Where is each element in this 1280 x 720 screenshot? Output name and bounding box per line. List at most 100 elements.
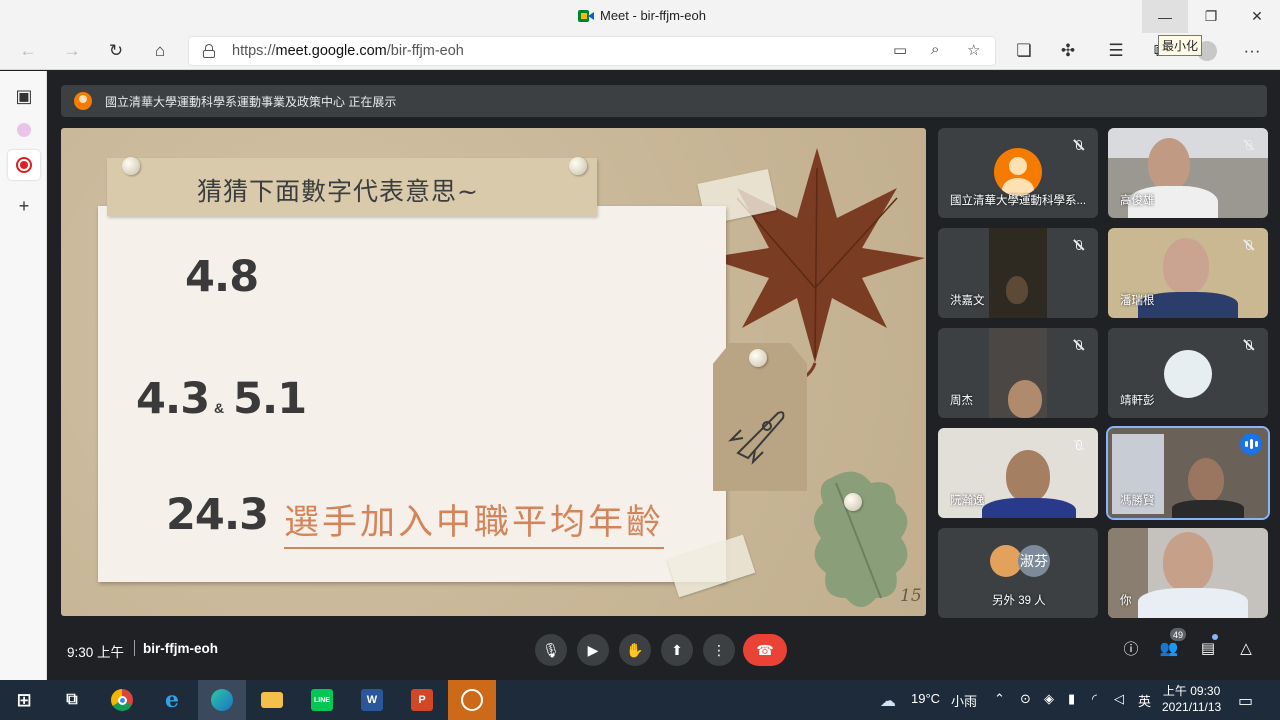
address-bar[interactable]: https://meet.google.com/bir-ffjm-eoh ▭ ⌕…	[188, 36, 996, 66]
forward-icon[interactable]: →	[60, 40, 84, 62]
participant-tile[interactable]: 阮瀚逸	[938, 428, 1098, 518]
activities-icon[interactable]: △	[1235, 637, 1257, 659]
presenting-text: 國立清華大學運動科學系運動事業及政策中心 正在展示	[105, 94, 397, 109]
usb-icon[interactable]: ▮	[1068, 691, 1075, 707]
participant-name: 洪嘉文	[950, 295, 985, 307]
recorder-app-icon[interactable]	[448, 680, 496, 720]
window-title-text: Meet - bir-ffjm-eoh	[600, 8, 706, 23]
dropbox-icon[interactable]: ◈	[1044, 691, 1054, 707]
pin-left	[122, 157, 140, 175]
meeting-details-icon[interactable]: ⓘ	[1120, 637, 1142, 659]
self-tile[interactable]: 你	[1108, 528, 1268, 618]
slide-answer: 選手加入中職平均年齡	[284, 494, 665, 549]
word-icon[interactable]: W	[348, 680, 396, 720]
participant-tile[interactable]: 潘瑞根	[1108, 228, 1268, 318]
extensions-icon[interactable]: ✣	[1056, 40, 1080, 62]
divider	[134, 640, 135, 656]
start-button[interactable]: ⊞	[0, 680, 48, 720]
meet-stage: 國立清華大學運動科學系運動事業及政策中心 正在展示 猜猜下面數字代表意思~ 4.…	[48, 71, 1280, 680]
meet-tab-record-icon[interactable]	[8, 150, 40, 180]
participant-tile[interactable]: 國立清華大學運動科學系...	[938, 128, 1098, 218]
back-icon[interactable]: ←	[16, 40, 40, 62]
notification-icon[interactable]: ▭	[1238, 691, 1253, 711]
mic-off-icon	[1070, 236, 1088, 254]
participant-avatar	[1164, 350, 1212, 398]
favorites-icon[interactable]: ☰	[1104, 40, 1128, 62]
weather-temp[interactable]: 19°C	[911, 691, 940, 706]
raise-hand-button[interactable]: ✋	[619, 634, 651, 666]
mic-off-icon	[1240, 236, 1258, 254]
participant-tile[interactable]: 高俊雄	[1108, 128, 1268, 218]
participant-name: 高俊雄	[1120, 195, 1155, 207]
close-window-button[interactable]: ✕	[1234, 0, 1280, 33]
minimize-button[interactable]: —	[1142, 0, 1188, 33]
participant-name: 阮瀚逸	[950, 495, 985, 507]
mic-off-icon	[1240, 336, 1258, 354]
collections-icon[interactable]: ❏	[1012, 40, 1036, 62]
participant-tile[interactable]: 洪嘉文	[938, 228, 1098, 318]
system-clock[interactable]: 上午 09:30 2021/11/13	[1162, 683, 1221, 715]
participant-name: 潘瑞根	[1120, 295, 1155, 307]
mic-off-icon	[1240, 136, 1258, 154]
participant-avatar-initial: 淑芬	[1018, 545, 1050, 577]
zoom-icon[interactable]: ⌕	[931, 41, 939, 58]
mic-off-icon	[1070, 336, 1088, 354]
number-three: 24.3	[166, 490, 269, 540]
participant-name: 周杰	[950, 395, 973, 407]
weather-icon[interactable]: ☁	[880, 691, 896, 711]
participant-tile[interactable]: 靖軒彭	[1108, 328, 1268, 418]
ampersand: &	[214, 400, 225, 416]
slide-page-number: 15	[900, 586, 922, 606]
participant-tile[interactable]: 周杰	[938, 328, 1098, 418]
home-icon[interactable]: ⌂	[148, 40, 172, 62]
window-title: Meet - bir-ffjm-eoh	[578, 8, 706, 23]
line-icon[interactable]: LINE	[298, 680, 346, 720]
mic-off-icon	[1070, 436, 1088, 454]
refresh-icon[interactable]: ↻	[104, 40, 128, 62]
google-meet-icon	[578, 9, 594, 23]
meeting-control-bar: 9:30 上午 bir-ffjm-eoh 🎙 ▶ ✋ ⬆ ⋮ ☎ ⓘ 👥 49 …	[48, 626, 1280, 680]
self-name: 你	[1120, 595, 1132, 607]
restore-button[interactable]: ❐	[1188, 0, 1234, 33]
leave-call-button[interactable]: ☎	[743, 634, 787, 666]
present-now-button[interactable]: ⬆	[661, 634, 693, 666]
chat-icon[interactable]: ▤	[1197, 637, 1219, 659]
task-view-icon[interactable]: ⧉	[48, 680, 96, 720]
weather-text[interactable]: 小雨	[951, 691, 977, 710]
wifi-icon[interactable]: ◜	[1092, 691, 1097, 707]
volume-icon[interactable]: ◁	[1114, 691, 1124, 707]
tray-chevron-icon[interactable]: ⌃	[994, 691, 1005, 707]
chrome-icon[interactable]	[98, 680, 146, 720]
microphone-button[interactable]: 🎙	[535, 634, 567, 666]
ime-indicator[interactable]: 英	[1138, 691, 1151, 710]
participant-tile-speaking[interactable]: 馮勝賢	[1106, 426, 1270, 520]
pin-leaf	[844, 493, 862, 511]
number-two-b: 5.1	[233, 374, 307, 424]
meet-tray-icon[interactable]: ⊙	[1020, 691, 1031, 707]
add-favorite-icon[interactable]: ☆	[967, 41, 980, 59]
tab-actions-icon[interactable]: ▣	[8, 81, 40, 111]
more-options-button[interactable]: ⋮	[703, 634, 735, 666]
camera-permission-icon[interactable]: ▭	[893, 41, 907, 59]
windows-taskbar: ⊞ ⧉ e LINE W P ☁ 19°C 小雨 ⌃ ⊙ ◈ ▮ ◜ ◁ 英 上…	[0, 680, 1280, 720]
participant-name: 靖軒彭	[1120, 395, 1155, 407]
file-explorer-icon[interactable]	[248, 680, 296, 720]
camera-button[interactable]: ▶	[577, 634, 609, 666]
meeting-time: 9:30 上午	[67, 645, 125, 660]
internet-explorer-icon[interactable]: e	[148, 680, 196, 720]
more-menu-icon[interactable]: ···	[1240, 40, 1264, 62]
faded-tab-icon[interactable]	[8, 115, 40, 145]
meeting-code: bir-ffjm-eoh	[143, 641, 218, 656]
more-participants-tile[interactable]: 淑芬 另外 39 人	[938, 528, 1098, 618]
rocket-icon	[728, 411, 785, 465]
chat-notification-dot	[1212, 634, 1218, 640]
more-participants-label: 另外 39 人	[992, 595, 1046, 607]
new-tab-icon[interactable]: +	[8, 191, 40, 221]
url-text[interactable]: https://meet.google.com/bir-ffjm-eoh	[232, 43, 464, 59]
clock-date: 2021/11/13	[1162, 700, 1222, 714]
minimize-tooltip: 最小化	[1158, 35, 1203, 56]
lock-icon[interactable]	[203, 44, 215, 58]
mic-off-icon	[1070, 136, 1088, 154]
powerpoint-icon[interactable]: P	[398, 680, 446, 720]
edge-icon[interactable]	[198, 680, 246, 720]
